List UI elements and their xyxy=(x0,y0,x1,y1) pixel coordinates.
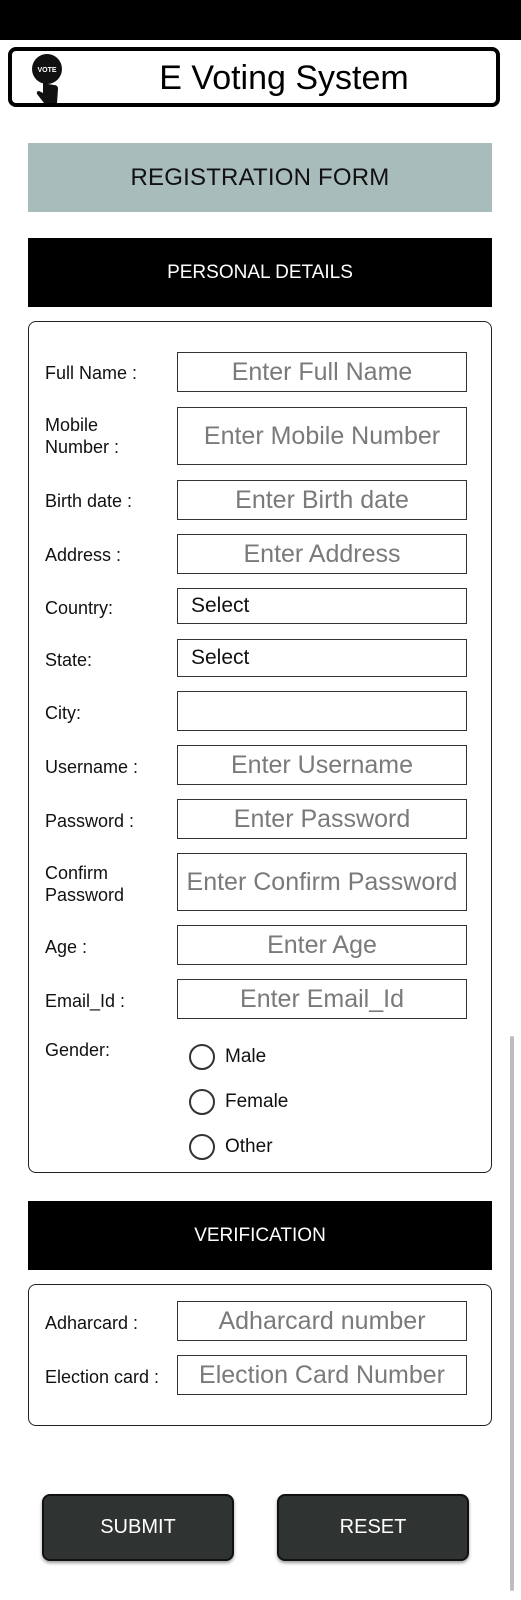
password-input[interactable]: Enter Password xyxy=(177,799,467,839)
email-label: Email_Id : xyxy=(45,991,126,1011)
address-input[interactable]: Enter Address xyxy=(177,534,467,574)
birth-date-label: Birth date : xyxy=(45,491,133,511)
state-label: State: xyxy=(45,650,93,670)
gender-option-label: Female xyxy=(225,1091,289,1112)
election-card-label: Election card : xyxy=(45,1367,160,1387)
gender-option-label: Other xyxy=(225,1136,273,1157)
vote-hand-icon: VOTE xyxy=(32,54,62,103)
full-name-input[interactable]: Enter Full Name xyxy=(177,352,467,392)
city-label: City: xyxy=(45,703,81,723)
mobile-number-label: Mobile Number : xyxy=(45,415,120,457)
full-name-label: Full Name : xyxy=(45,363,138,383)
gender-option-other[interactable]: Other xyxy=(189,1130,273,1164)
country-label: Country: xyxy=(45,598,114,618)
gender-option-label: Male xyxy=(225,1046,267,1067)
birth-date-input[interactable]: Enter Birth date xyxy=(177,480,467,520)
age-input[interactable]: Enter Age xyxy=(177,925,467,965)
username-input[interactable]: Enter Username xyxy=(177,745,467,785)
country-select[interactable]: Select xyxy=(177,588,467,624)
gender-label: Gender: xyxy=(45,1040,111,1060)
status-bar xyxy=(0,0,521,40)
election-card-input[interactable]: Election Card Number xyxy=(177,1355,467,1395)
radio-button[interactable] xyxy=(189,1044,215,1070)
age-label: Age : xyxy=(45,937,88,957)
svg-text:VOTE: VOTE xyxy=(37,67,56,74)
gender-option-male[interactable]: Male xyxy=(189,1040,266,1074)
verification-card: Adharcard : Adharcard number Election ca… xyxy=(28,1284,492,1426)
confirm-password-input[interactable]: Enter Confirm Password xyxy=(177,853,467,911)
address-label: Address : xyxy=(45,545,122,565)
confirm-password-label: Confirm Password xyxy=(45,863,125,905)
scrollbar[interactable] xyxy=(510,1036,514,1591)
username-label: Username : xyxy=(45,757,139,777)
personal-details-heading: PERSONAL DETAILS xyxy=(28,238,492,307)
gender-option-female[interactable]: Female xyxy=(189,1085,288,1119)
app-title: E Voting System xyxy=(159,59,409,97)
mobile-number-input[interactable]: Enter Mobile Number xyxy=(177,407,467,465)
reset-button[interactable]: RESET xyxy=(277,1494,469,1561)
adharcard-input[interactable]: Adharcard number xyxy=(177,1301,467,1341)
submit-button[interactable]: SUBMIT xyxy=(42,1494,234,1561)
personal-details-card: Full Name : Enter Full Name Mobile Numbe… xyxy=(28,321,492,1173)
adharcard-label: Adharcard : xyxy=(45,1313,139,1333)
radio-button[interactable] xyxy=(189,1134,215,1160)
password-label: Password : xyxy=(45,811,135,831)
city-select[interactable] xyxy=(177,691,467,731)
email-input[interactable]: Enter Email_Id xyxy=(177,979,467,1019)
app-header: VOTE E Voting System xyxy=(8,47,500,107)
radio-button[interactable] xyxy=(189,1089,215,1115)
registration-form-banner: REGISTRATION FORM xyxy=(28,143,492,212)
state-select[interactable]: Select xyxy=(177,639,467,677)
verification-heading: VERIFICATION xyxy=(28,1201,492,1270)
